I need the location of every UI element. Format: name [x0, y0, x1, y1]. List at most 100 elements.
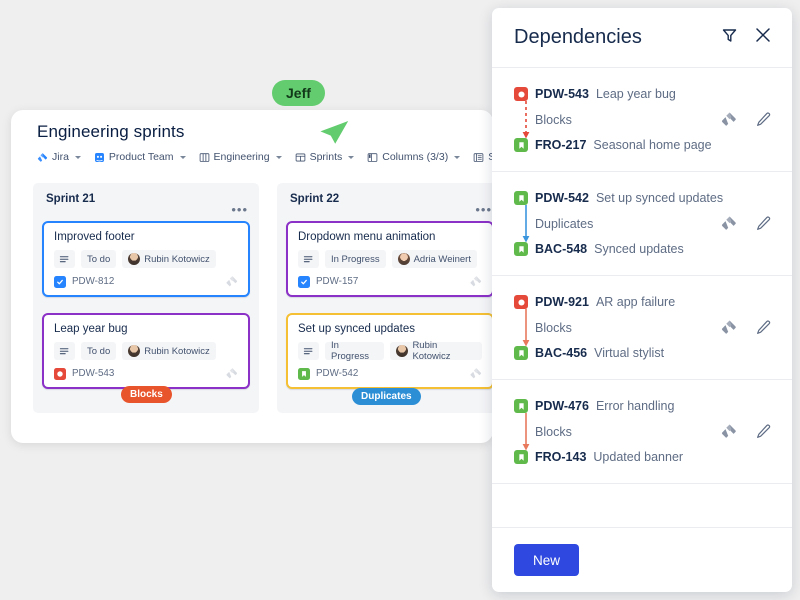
dependency-group: PDW-542Set up synced updates Duplicates BA… [492, 172, 792, 276]
dependency-issue-summary: Error handling [596, 399, 675, 413]
columns-icon [367, 152, 378, 163]
filter-columns-3-3[interactable]: Columns (3/3) [367, 151, 460, 163]
relation-badge-duplicates[interactable]: Duplicates [352, 388, 421, 405]
jira-icon[interactable] [225, 275, 238, 288]
chevron-down-icon [276, 156, 282, 159]
card-status-badge[interactable]: In Progress [325, 342, 384, 360]
dependency-source-issue[interactable]: PDW-542Set up synced updates [514, 188, 772, 208]
card-issue-key[interactable]: PDW-542 [316, 368, 358, 379]
column-menu-button[interactable]: ••• [231, 207, 248, 213]
dependency-issue-summary: Updated banner [593, 450, 683, 464]
card-meta: To do Rubin Kotowicz [54, 342, 238, 360]
filter-engineering[interactable]: Engineering [199, 151, 282, 163]
dependency-direction-arrow [521, 205, 531, 247]
dependency-group: PDW-476Error handlingBlocksFRO-143Update… [492, 380, 792, 484]
card-issue-key[interactable]: PDW-543 [72, 368, 114, 379]
card-issue-key[interactable]: PDW-812 [72, 276, 114, 287]
dependency-issue-key: BAC-548 [535, 242, 587, 256]
card-assignee[interactable]: Rubin Kotowicz [122, 342, 215, 360]
card-issue-key[interactable]: PDW-157 [316, 276, 358, 287]
avatar [396, 345, 408, 357]
jira-icon[interactable] [225, 367, 238, 380]
card-assignee[interactable]: Adria Weinert [392, 250, 477, 268]
board-card[interactable]: Set up synced updatesIn ProgressRubin Ko… [286, 313, 493, 389]
menu-lines-icon [303, 254, 314, 265]
board-card[interactable]: Dropdown menu animationIn ProgressAdria … [286, 221, 493, 297]
filter-swiml[interactable]: Swiml [473, 151, 493, 163]
dependency-target-issue[interactable]: FRO-217Seasonal home page [514, 135, 772, 155]
issue-type-story-icon [514, 191, 528, 205]
board-card[interactable]: Leap year bug To do Rubin Kotowicz PDW-543 [42, 313, 250, 389]
filter-label: Engineering [214, 151, 270, 163]
issue-type-task-icon [54, 276, 66, 288]
dependency-relation-row: Duplicates [514, 208, 772, 239]
collaborator-cursor-label: Jeff [272, 80, 325, 106]
dependency-issue-summary: Leap year bug [596, 87, 676, 101]
dependency-source-issue[interactable]: PDW-921AR app failure [514, 292, 772, 312]
board-columns: Sprint 21•••Improved footerTo doRubin Ko… [33, 183, 493, 413]
board-card[interactable]: Improved footer To do Rubin Kotowicz PDW-81… [42, 221, 250, 297]
dependency-target-issue[interactable]: BAC-548Synced updates [514, 239, 772, 259]
dependency-source-issue[interactable]: PDW-543 Leap year bug [514, 84, 772, 104]
filter-jira[interactable]: Jira [37, 151, 81, 163]
jira-icon[interactable] [720, 319, 737, 336]
pencil-icon[interactable] [755, 423, 772, 440]
card-meta: In Progress Adria Weinert [298, 250, 482, 268]
board-column: Sprint 22 ••• Dropdown menu animationIn Pr… [277, 183, 493, 413]
card-meta: In Progress Rubin Kotowicz [298, 342, 482, 360]
card-footer: PDW-543 [54, 367, 238, 380]
dependencies-header-actions [721, 26, 772, 49]
dependency-direction-arrow [521, 101, 531, 143]
column-menu-button[interactable]: ••• [475, 207, 492, 213]
dependencies-list: PDW-543Leap year bugBlocksFRO-217Seasona… [492, 68, 792, 527]
dependency-relation-row: Blocks [514, 104, 772, 135]
column-title: Sprint 22 [286, 191, 493, 205]
card-assignee[interactable]: Rubin Kotowicz [122, 250, 215, 268]
filter-label: Sprints [310, 151, 343, 163]
dependency-issue-key: PDW-543 [535, 87, 589, 101]
jira-icon[interactable] [720, 423, 737, 440]
card-status-badge[interactable]: To do [81, 342, 116, 360]
chevron-down-icon [180, 156, 186, 159]
card-status-badge[interactable]: In Progress [325, 250, 386, 268]
dependency-issue-summary: AR app failure [596, 295, 675, 309]
new-dependency-button[interactable]: New [514, 544, 579, 576]
card-assignee[interactable]: Rubin Kotowicz [390, 342, 482, 360]
dependency-issue-summary: Virtual stylist [594, 346, 664, 360]
dependency-relation-row: Blocks [514, 312, 772, 343]
dependency-row-actions [720, 111, 772, 128]
dependency-relation-label: Duplicates [535, 217, 593, 231]
relation-badge-blocks[interactable]: Blocks [121, 386, 172, 403]
jira-icon[interactable] [469, 367, 482, 380]
card-title: Leap year bug [54, 323, 238, 335]
dependencies-header: Dependencies [492, 8, 792, 68]
jira-icon[interactable] [469, 275, 482, 288]
dependency-row-actions [720, 423, 772, 440]
filter-product-team[interactable]: Product Team [94, 151, 186, 163]
dependency-target-issue[interactable]: BAC-456Virtual stylist [514, 343, 772, 363]
card-status-badge[interactable]: To do [81, 250, 116, 268]
close-icon[interactable] [754, 26, 772, 49]
pencil-icon[interactable] [755, 111, 772, 128]
dependency-source-issue[interactable]: PDW-476Error handling [514, 396, 772, 416]
card-assignee-name: Rubin Kotowicz [144, 346, 209, 357]
sprint-icon [295, 152, 306, 163]
pencil-icon[interactable] [755, 215, 772, 232]
app-root: Engineering sprints JiraProduct TeamEngi… [0, 0, 800, 600]
issue-type-bug-icon [514, 87, 528, 101]
issue-type-story-icon [514, 399, 528, 413]
chevron-down-icon [454, 156, 460, 159]
jira-icon[interactable] [720, 111, 737, 128]
chevron-down-icon [348, 156, 354, 159]
jira-icon[interactable] [720, 215, 737, 232]
dependency-relation-label: Blocks [535, 321, 572, 335]
filter-sprints[interactable]: Sprints [295, 151, 355, 163]
pencil-icon[interactable] [755, 319, 772, 336]
dependencies-footer: New [492, 527, 792, 592]
dependency-target-issue[interactable]: FRO-143Updated banner [514, 447, 772, 467]
dependency-direction-arrow [521, 309, 531, 351]
card-status-label: In Progress [331, 340, 378, 362]
filter-icon[interactable] [721, 27, 738, 49]
card-assignee-name: Rubin Kotowicz [412, 340, 476, 362]
card-title: Improved footer [54, 231, 238, 243]
